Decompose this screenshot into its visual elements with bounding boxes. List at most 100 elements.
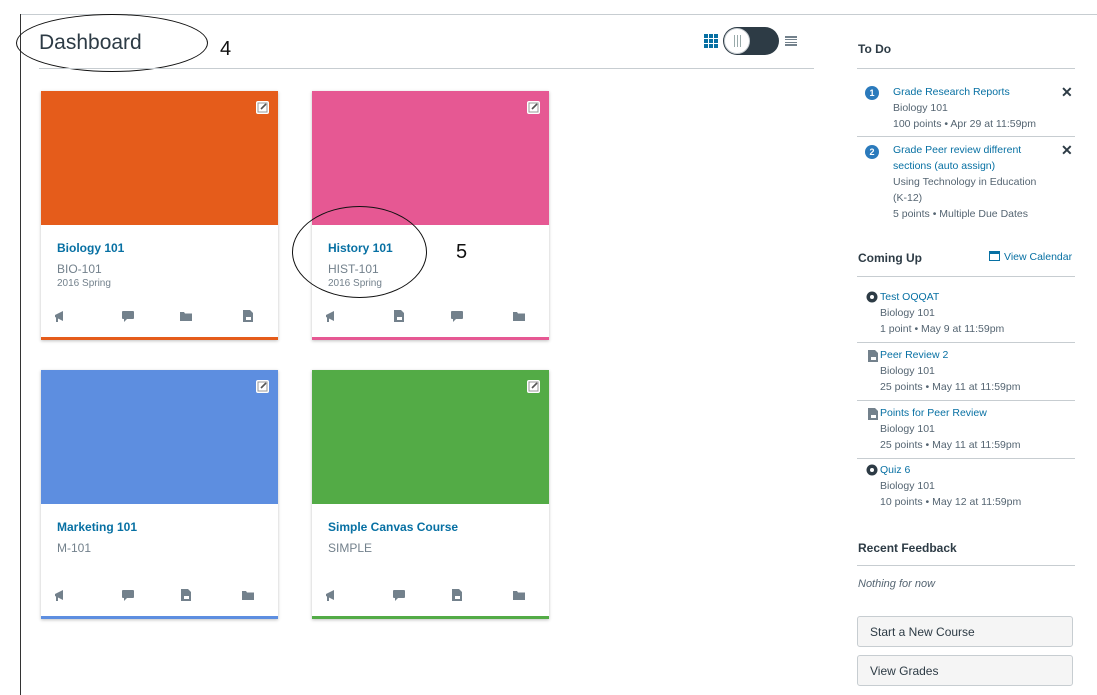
files-icon[interactable] <box>179 309 193 323</box>
course-card[interactable]: Marketing 101 M-101 <box>41 370 278 619</box>
feedback-empty-message: Nothing for now <box>858 578 936 590</box>
upcoming-detail: 25 points • May 11 at 11:59pm <box>880 439 1021 451</box>
todo-course: (K-12) <box>893 192 923 204</box>
recent-feedback-heading: Recent Feedback <box>858 541 957 555</box>
view-grades-button[interactable]: View Grades <box>857 655 1073 686</box>
course-card-actions <box>41 588 278 608</box>
todo-course: Biology 101 <box>893 102 948 114</box>
todo-number-badge: 1 <box>865 86 879 100</box>
edit-icon[interactable] <box>256 101 269 114</box>
discussion-icon[interactable] <box>392 588 406 602</box>
course-code: SIMPLE <box>328 541 373 555</box>
list-view-icon[interactable] <box>785 36 797 46</box>
course-color-bar <box>312 616 549 619</box>
course-code: BIO-101 <box>57 262 102 276</box>
dismiss-close-icon[interactable]: ✕ <box>1061 142 1073 158</box>
course-card-body: Biology 101 BIO-101 2016 Spring <box>41 225 278 337</box>
dismiss-close-icon[interactable]: ✕ <box>1061 84 1073 100</box>
upcoming-item-divider <box>857 458 1075 459</box>
coming-up-divider <box>857 276 1075 277</box>
annotation-number: 5 <box>456 241 468 263</box>
assignment-icon[interactable] <box>179 588 193 602</box>
todo-detail: 100 points • Apr 29 at 11:59pm <box>893 118 1036 130</box>
discussion-icon[interactable] <box>121 588 135 602</box>
announcement-icon[interactable] <box>324 309 338 323</box>
edit-icon[interactable] <box>527 101 540 114</box>
course-card-hero[interactable] <box>312 370 549 504</box>
upcoming-course: Biology 101 <box>880 307 935 319</box>
course-card-body: Marketing 101 M-101 <box>41 504 278 616</box>
course-code: M-101 <box>57 541 92 555</box>
edit-icon[interactable] <box>256 380 269 393</box>
feedback-divider <box>857 565 1075 566</box>
course-card-actions <box>312 588 549 608</box>
calendar-icon[interactable] <box>989 251 1000 261</box>
course-card-hero[interactable] <box>41 370 278 504</box>
course-title-link[interactable]: Biology 101 <box>57 241 124 255</box>
start-new-course-button[interactable]: Start a New Course <box>857 616 1073 647</box>
announcement-icon[interactable] <box>53 588 67 602</box>
upcoming-title-link[interactable]: Test OQQAT <box>880 289 1070 305</box>
course-card-body: Simple Canvas Course SIMPLE <box>312 504 549 616</box>
page-top-border <box>20 14 1097 15</box>
switch-knob <box>724 28 750 54</box>
upcoming-item-divider <box>857 400 1075 401</box>
upcoming-detail: 25 points • May 11 at 11:59pm <box>880 381 1021 393</box>
upcoming-detail: 10 points • May 12 at 11:59pm <box>880 496 1022 508</box>
view-switch[interactable] <box>723 27 779 55</box>
todo-course: Using Technology in Education <box>893 176 1037 188</box>
files-icon[interactable] <box>241 588 255 602</box>
upcoming-course: Biology 101 <box>880 480 935 492</box>
assignment-icon[interactable] <box>241 309 255 323</box>
course-color-bar <box>41 337 278 340</box>
assignment-icon <box>866 407 878 420</box>
course-color-bar <box>41 616 278 619</box>
course-card-hero[interactable] <box>41 91 278 225</box>
todo-divider <box>857 68 1075 69</box>
course-card[interactable]: Simple Canvas Course SIMPLE <box>312 370 549 619</box>
discussion-icon[interactable] <box>450 309 464 323</box>
upcoming-title-link[interactable]: Points for Peer Review <box>880 405 1070 421</box>
dashboard-view-toggle[interactable] <box>704 27 797 55</box>
course-title-link[interactable]: Marketing 101 <box>57 520 137 534</box>
files-icon[interactable] <box>512 588 526 602</box>
upcoming-course: Biology 101 <box>880 423 935 435</box>
announcement-icon[interactable] <box>53 309 67 323</box>
view-calendar-link[interactable]: View Calendar <box>1004 251 1072 263</box>
course-color-bar <box>312 337 549 340</box>
todo-item-divider <box>857 136 1075 137</box>
course-card-actions <box>312 309 549 329</box>
course-term: 2016 Spring <box>57 278 111 289</box>
coming-up-heading: Coming Up <box>858 251 922 265</box>
assignment-icon <box>866 349 878 362</box>
annotation-ellipse-course <box>292 206 427 298</box>
course-card[interactable]: Biology 101 BIO-101 2016 Spring <box>41 91 278 340</box>
todo-heading: To Do <box>858 42 892 56</box>
upcoming-title-link[interactable]: Peer Review 2 <box>880 347 1070 363</box>
upcoming-course: Biology 101 <box>880 365 935 377</box>
todo-detail: 5 points • Multiple Due Dates <box>893 208 1028 220</box>
todo-title-link[interactable]: sections (auto assign) <box>893 158 1063 174</box>
annotation-ellipse-dashboard <box>16 14 208 72</box>
course-card-hero[interactable] <box>312 91 549 225</box>
announcement-icon[interactable] <box>324 588 338 602</box>
todo-title-link[interactable]: Grade Research Reports <box>893 84 1063 100</box>
quiz-icon <box>866 291 878 303</box>
annotation-number: 4 <box>220 38 232 60</box>
todo-title-link[interactable]: Grade Peer review different <box>893 142 1063 158</box>
course-title-link[interactable]: Simple Canvas Course <box>328 520 458 534</box>
upcoming-title-link[interactable]: Quiz 6 <box>880 462 1070 478</box>
header-divider <box>39 68 814 69</box>
edit-icon[interactable] <box>527 380 540 393</box>
card-view-icon[interactable] <box>704 34 718 48</box>
upcoming-detail: 1 point • May 9 at 11:59pm <box>880 323 1005 335</box>
page-left-border <box>20 14 21 695</box>
discussion-icon[interactable] <box>121 309 135 323</box>
upcoming-item-divider <box>857 342 1075 343</box>
course-card-actions <box>41 309 278 329</box>
assignment-icon[interactable] <box>392 309 406 323</box>
quiz-icon <box>866 464 878 476</box>
files-icon[interactable] <box>512 309 526 323</box>
assignment-icon[interactable] <box>450 588 464 602</box>
todo-number-badge: 2 <box>865 145 879 159</box>
